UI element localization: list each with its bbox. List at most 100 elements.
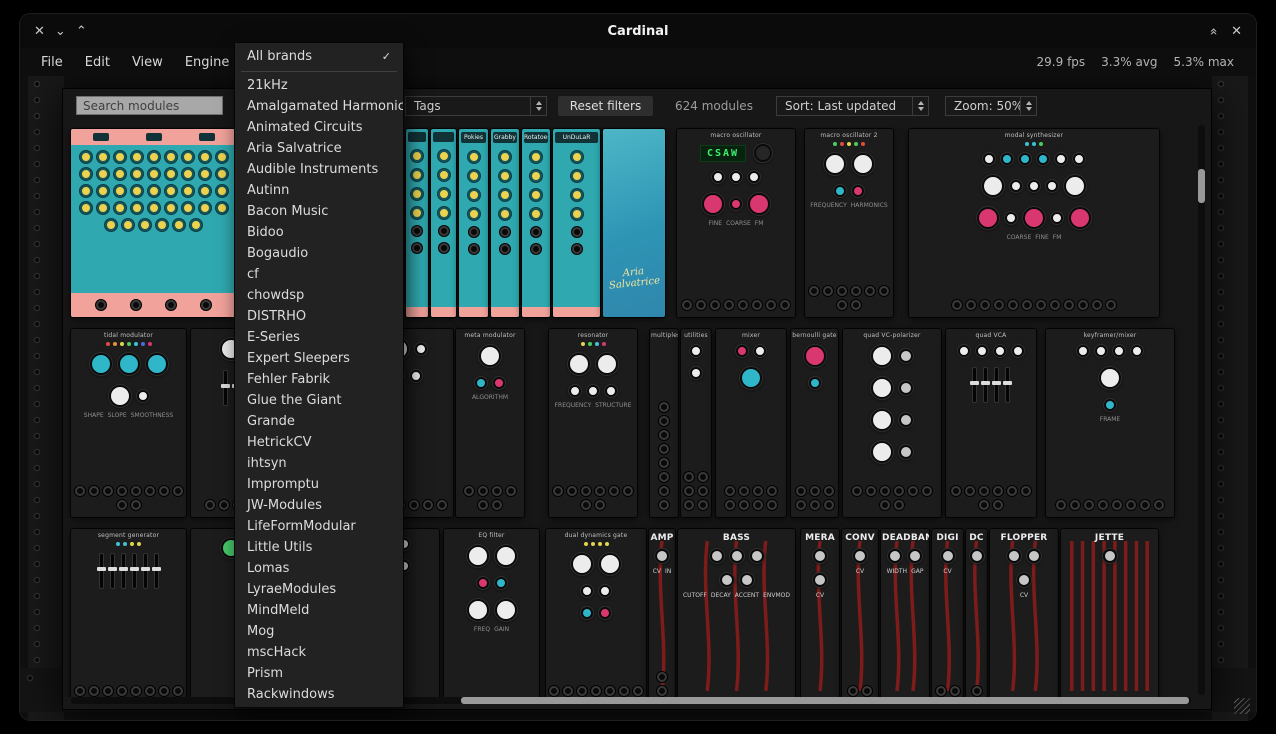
vertical-scrollbar[interactable]: [1198, 125, 1205, 695]
window-chevron-up-icon[interactable]: ⌃: [76, 24, 87, 39]
window-chevron-down-icon[interactable]: ⌄: [55, 24, 66, 39]
brand-menu-item-glue-the-giant[interactable]: Glue the Giant: [235, 390, 403, 411]
brand-menu-item-cf[interactable]: cf: [235, 264, 403, 285]
module-title: Pokies: [461, 132, 486, 143]
module-card-macro-oscillator[interactable]: macro oscillatorCSAWFINECOARSEFM: [677, 129, 795, 317]
menubar-item-view[interactable]: View: [121, 55, 174, 70]
search-input[interactable]: [76, 96, 223, 115]
brand-menu-item-prism[interactable]: Prism: [235, 663, 403, 684]
module-card-pokies[interactable]: Pokies: [459, 129, 488, 317]
brand-menu-item-mog[interactable]: Mog: [235, 621, 403, 642]
patch-wires: [990, 541, 1058, 691]
brand-menu-item-autinn[interactable]: Autinn: [235, 180, 403, 201]
module-card-dc[interactable]: DC: [966, 529, 987, 697]
brand-menu-item-lifeformmodular[interactable]: LifeFormModular: [235, 516, 403, 537]
brand-menu-item-ihtsyn[interactable]: ihtsyn: [235, 453, 403, 474]
zoom-dropdown[interactable]: Zoom: 50%: [945, 96, 1037, 116]
brand-menu-item-bacon-music[interactable]: Bacon Music: [235, 201, 403, 222]
module-card-meta-modulator[interactable]: meta modulatorALGORITHM: [456, 329, 524, 517]
patch-wires: [678, 541, 795, 691]
brand-menu-item-all-brands[interactable]: All brands ✓: [235, 43, 403, 69]
brand-menu-item-lomas[interactable]: Lomas: [235, 558, 403, 579]
brand-menu-item-grande[interactable]: Grande: [235, 411, 403, 432]
brand-menu-item-aria-salvatrice[interactable]: Aria Salvatrice: [235, 138, 403, 159]
brand-menu-item-hetrickcv[interactable]: HetrickCV: [235, 432, 403, 453]
module-card-bernoulli-gate[interactable]: bernoulli gate: [791, 329, 838, 517]
module-card-bass[interactable]: BASSCUTOFFDECAYACCENTENVMOD: [678, 529, 795, 697]
module-card-segment-generator[interactable]: segment generator: [71, 529, 186, 697]
module-card-tidal-modulator[interactable]: tidal modulatorSHAPESLOPESMOOTHNESS: [71, 329, 186, 517]
brand-menu-item-rackwindows[interactable]: Rackwindows: [235, 684, 403, 705]
brand-menu-item-jw-modules[interactable]: JW-Modules: [235, 495, 403, 516]
module-card-amp[interactable]: AMPCVIN: [649, 529, 675, 697]
brand-menu-item-21khz[interactable]: 21kHz: [235, 75, 403, 96]
lcd-display: CSAW: [700, 145, 746, 162]
module-card-digi[interactable]: DIGICV: [932, 529, 963, 697]
module-title: meta modulator: [456, 329, 524, 340]
resize-grip[interactable]: [1234, 698, 1250, 714]
module-title: MERA: [801, 529, 839, 544]
reset-filters-button[interactable]: Reset filters: [558, 96, 653, 116]
module-card-macro-oscillator-2[interactable]: macro oscillator 2FREQUENCYHARMONICS: [805, 129, 893, 317]
brand-menu-item-audible-instruments[interactable]: Audible Instruments: [235, 159, 403, 180]
module-card-modal-synthesizer[interactable]: modal synthesizerCOARSEFINEFM: [909, 129, 1159, 317]
brand-menu-item-mindmeld[interactable]: MindMeld: [235, 600, 403, 621]
menubar-item-file[interactable]: File: [30, 55, 74, 70]
module-card-flopper[interactable]: FLOPPERCV: [990, 529, 1058, 697]
module-card-rotatoes[interactable]: Rotatoes: [522, 129, 550, 317]
brand-filter-menu: All brands ✓ 21kHzAmalgamated HarmonicsA…: [234, 42, 404, 708]
cardinal-window: ✕ ⌄ ⌃ Cardinal » ✕ FileEditViewEngineHel…: [20, 14, 1256, 720]
module-card-unnamed[interactable]: [431, 129, 456, 317]
module-card-eq-filter[interactable]: EQ filterFREQGAIN: [444, 529, 539, 697]
menubar-item-engine[interactable]: Engine: [174, 55, 241, 70]
module-title: tidal modulator: [71, 329, 186, 340]
brand-menu-item-fehler-fabrik[interactable]: Fehler Fabrik: [235, 369, 403, 390]
brand-menu-item-bidoo[interactable]: Bidoo: [235, 222, 403, 243]
collapse-icon[interactable]: »: [1207, 27, 1222, 35]
module-card-mixer[interactable]: mixer: [716, 329, 786, 517]
brand-menu-item-mschack[interactable]: mscHack: [235, 642, 403, 663]
window-close-icon[interactable]: ✕: [34, 24, 45, 39]
module-card-undular[interactable]: UnDuLaR: [553, 129, 600, 317]
module-title: BASS: [678, 529, 795, 544]
module-title: Grabby: [493, 132, 517, 143]
brand-menu-item-lyraemodules[interactable]: LyraeModules: [235, 579, 403, 600]
brand-menu-item-bogaudio[interactable]: Bogaudio: [235, 243, 403, 264]
tags-dropdown[interactable]: Tags: [405, 96, 547, 116]
menubar-item-edit[interactable]: Edit: [74, 55, 121, 70]
module-card-dual-dynamics-gate[interactable]: dual dynamics gate: [546, 529, 646, 697]
dropdown-arrows-icon: [1020, 97, 1036, 115]
module-card-utilities[interactable]: utilities: [681, 329, 711, 517]
tags-dropdown-label: Tags: [406, 99, 530, 113]
patch-wires: [966, 541, 987, 691]
module-card-multiples[interactable]: multiples: [650, 329, 678, 517]
module-card-quad-vc-polarizer[interactable]: quad VC-polarizer: [843, 329, 941, 517]
vertical-scrollbar-thumb[interactable]: [1198, 169, 1205, 203]
module-card-jette[interactable]: JETTE: [1061, 529, 1158, 697]
module-card-unnamed[interactable]: Aria Salvatrice: [603, 129, 665, 317]
brand-menu-item-impromptu[interactable]: Impromptu: [235, 474, 403, 495]
module-card-grabby[interactable]: Grabby: [491, 129, 519, 317]
brand-menu-item-e-series[interactable]: E-Series: [235, 327, 403, 348]
module-card-unnamed[interactable]: [406, 129, 428, 317]
brand-menu-item-expert-sleepers[interactable]: Expert Sleepers: [235, 348, 403, 369]
arrow-down-icon: [918, 107, 924, 111]
close-box-icon[interactable]: ✕: [1231, 24, 1242, 39]
brand-menu-item-distrho[interactable]: DISTRHO: [235, 306, 403, 327]
module-card-unnamed[interactable]: [71, 129, 236, 317]
module-card-keyframer-mixer[interactable]: keyframer/mixerFRAME: [1046, 329, 1174, 517]
module-card-deadband[interactable]: DEADBANDWIDTHGAP: [881, 529, 929, 697]
horizontal-scrollbar-thumb[interactable]: [461, 697, 1189, 704]
brand-menu-item-animated-circuits[interactable]: Animated Circuits: [235, 117, 403, 138]
module-card-mera[interactable]: MERACV: [801, 529, 839, 697]
patch-wires: [649, 541, 675, 691]
module-card-resonator[interactable]: resonatorFREQUENCYSTRUCTURE: [549, 329, 637, 517]
brand-menu-item-little-utils[interactable]: Little Utils: [235, 537, 403, 558]
module-card-conv[interactable]: CONVCV: [842, 529, 878, 697]
patch-wires: [842, 541, 878, 691]
brand-menu-item-amalgamated-harmonics[interactable]: Amalgamated Harmonics: [235, 96, 403, 117]
module-title: EQ filter: [444, 529, 539, 540]
sort-dropdown[interactable]: Sort: Last updated: [776, 96, 929, 116]
brand-menu-item-chowdsp[interactable]: chowdsp: [235, 285, 403, 306]
module-card-quad-vca[interactable]: quad VCA: [946, 329, 1036, 517]
